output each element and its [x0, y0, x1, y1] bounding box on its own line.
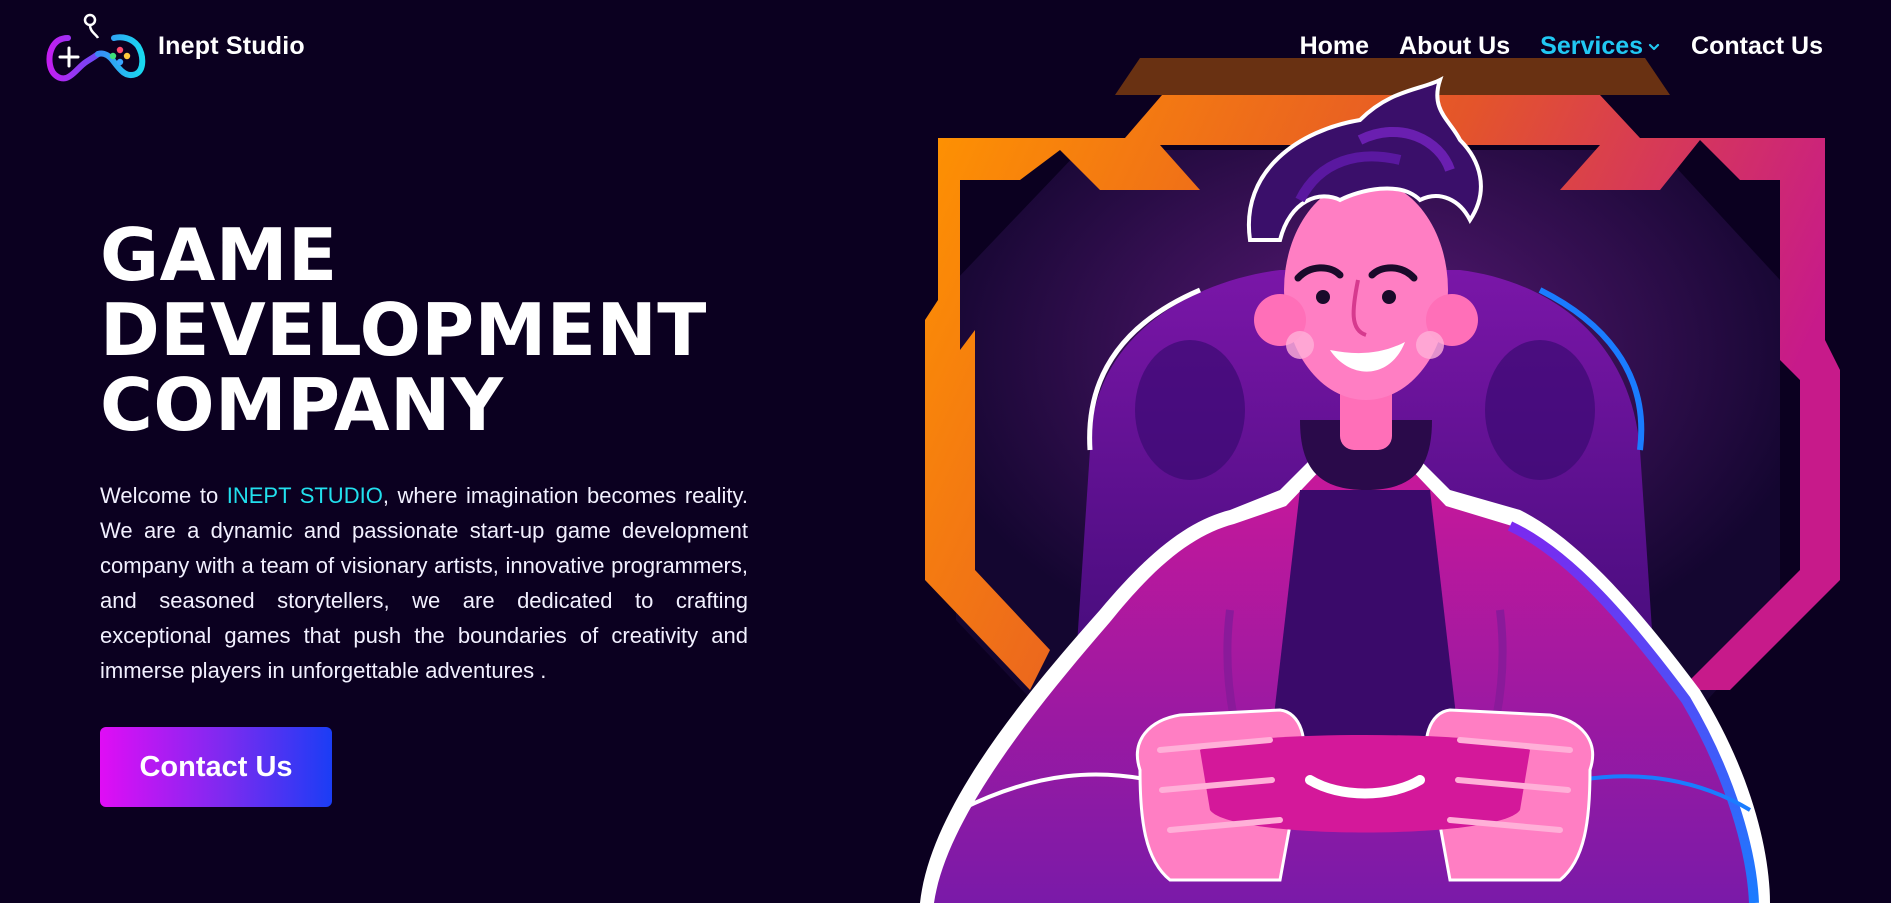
intro-highlight: INEPT STUDIO	[226, 483, 383, 508]
hero-title-line-3: COMPANY	[100, 363, 504, 447]
hero-title-line-1: GAME	[100, 213, 338, 297]
contact-us-button[interactable]: Contact Us	[100, 727, 332, 807]
hero-title: GAME DEVELOPMENT COMPANY	[100, 218, 720, 443]
intro-after: , where imagination becomes reality. We …	[100, 483, 748, 683]
gamepad-logo-icon[interactable]	[46, 10, 146, 86]
intro-before: Welcome to	[100, 483, 227, 508]
hero-title-line-2: DEVELOPMENT	[100, 288, 707, 372]
brand-name[interactable]: Inept Studio	[158, 32, 305, 61]
hero-intro: Welcome to INEPT STUDIO, where imaginati…	[100, 478, 748, 688]
gamer-with-controller-illustration	[920, 58, 1840, 903]
